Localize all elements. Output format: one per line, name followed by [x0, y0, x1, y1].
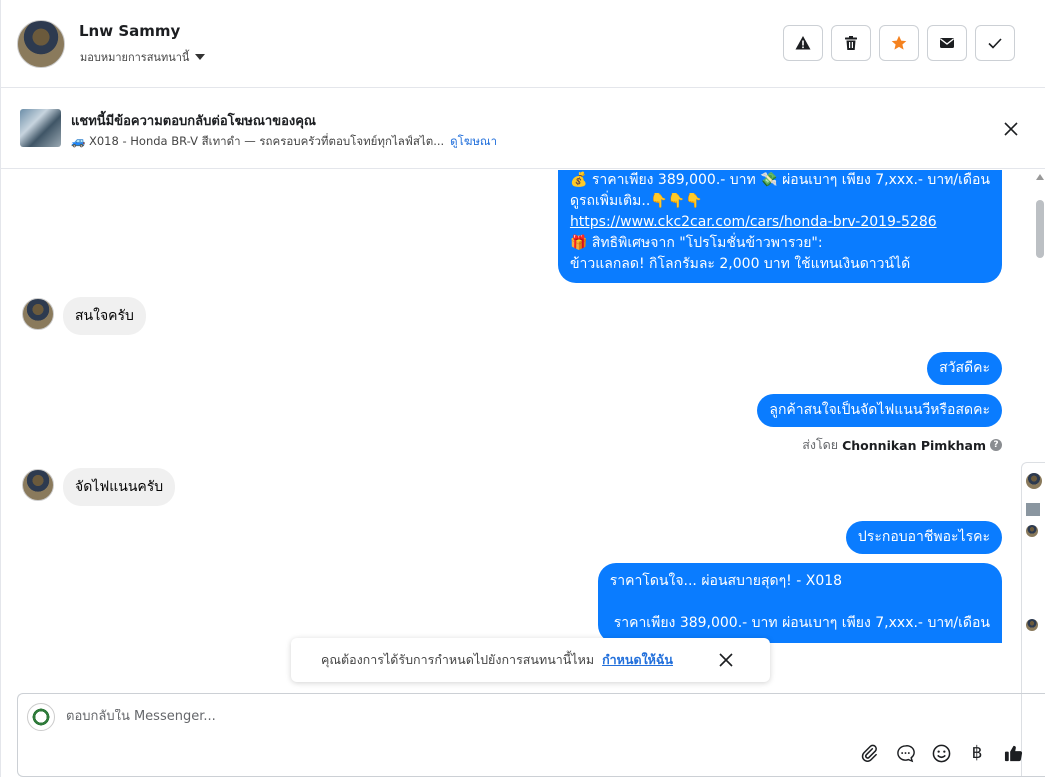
ad-banner-subtitle-row: 🚙 X018 - Honda BR-V สีเทาดำ — รถครอบครัว…: [71, 133, 497, 151]
payment-button[interactable]: ฿: [966, 742, 988, 764]
trash-icon: [845, 36, 857, 50]
outgoing-message[interactable]: ราคาโดนใจ... ผ่อนสบายสุดๆ! - X018 ราคาเพ…: [597, 563, 1002, 643]
like-button[interactable]: [1002, 742, 1024, 764]
close-icon[interactable]: [718, 652, 734, 668]
emoji-button[interactable]: [930, 742, 952, 764]
assign-dropdown[interactable]: มอบหมายการสนทนานี้: [80, 48, 206, 66]
sender-name[interactable]: Chonnikan Pimkham: [842, 438, 986, 453]
thumbnail: [1026, 503, 1040, 516]
delete-button[interactable]: [831, 25, 871, 61]
warning-icon: [795, 36, 811, 50]
help-icon[interactable]: ?: [990, 439, 1002, 451]
assign-to-me-link[interactable]: กำหนดให้ฉัน: [602, 650, 673, 670]
thumbs-up-icon: [1004, 745, 1022, 761]
incoming-message[interactable]: สนใจครับ: [63, 297, 146, 335]
sent-by-label: ส่งโดย Chonnikan Pimkham ?: [802, 435, 1002, 455]
page-avatar: [27, 703, 55, 731]
paperclip-icon: [861, 744, 877, 762]
star-icon: [891, 35, 907, 50]
message-link[interactable]: https://www.ckc2car.com/cars/honda-brv-2…: [570, 212, 990, 233]
scroll-up-arrow-icon[interactable]: [1036, 174, 1044, 180]
contact-name[interactable]: Lnw Sammy: [79, 22, 180, 40]
conversation-header: Lnw Sammy มอบหมายการสนทนานี้: [1, 0, 1045, 88]
chat-bubble-icon: [896, 744, 915, 762]
outgoing-message[interactable]: 💰 ราคาเพียง 389,000.- บาท 💸 ผ่อนเบาๆ เพี…: [557, 170, 1002, 283]
close-icon[interactable]: [1001, 119, 1021, 139]
avatar[interactable]: [1026, 473, 1042, 489]
message-composer: ฿: [17, 693, 1045, 777]
report-spam-button[interactable]: [783, 25, 823, 61]
avatar: [1026, 525, 1038, 537]
contact-avatar-small[interactable]: [22, 469, 54, 501]
contact-avatar-small[interactable]: [22, 298, 54, 330]
reply-input[interactable]: [66, 709, 966, 724]
caret-down-icon: [195, 54, 206, 60]
ad-banner-title: แชทนี้มีข้อความตอบกลับต่อโฆษณาของคุณ: [71, 114, 316, 129]
envelope-icon: [940, 38, 954, 48]
attach-button[interactable]: [858, 742, 880, 764]
message-thread[interactable]: 💰 ราคาเพียง 389,000.- บาท 💸 ผ่อนเบาๆ เพี…: [1, 170, 1034, 690]
assign-prompt-toast: คุณต้องการได้รับการกำหนดไปยังการสนทนานี้…: [291, 638, 770, 682]
assign-prompt-text: คุณต้องการได้รับการกำหนดไปยังการสนทนานี้…: [321, 652, 595, 667]
smiley-icon: [932, 744, 950, 762]
mark-done-button[interactable]: [975, 25, 1015, 61]
conversation-actions: [783, 25, 1015, 61]
messenger-conversation: Lnw Sammy มอบหมายการสนทนานี้ แชทนี้มีข้อ…: [0, 0, 1045, 777]
ad-description: 🚙 X018 - Honda BR-V สีเทาดำ — รถครอบครัว…: [71, 134, 445, 148]
outgoing-message[interactable]: ประกอบอาชีพอะไรคะ: [845, 521, 1002, 554]
scroll-thumb[interactable]: [1036, 200, 1044, 258]
thread-scrollbar[interactable]: [1034, 170, 1045, 462]
outgoing-message[interactable]: ลูกค้าสนใจเป็นจัดไฟแนนวีหรือสดคะ: [757, 394, 1002, 427]
star-button[interactable]: [879, 25, 919, 61]
view-ad-link[interactable]: ดูโฆษณา: [450, 133, 497, 151]
ad-thumbnail[interactable]: [20, 109, 61, 147]
contact-avatar[interactable]: [17, 20, 65, 68]
ad-reply-banner: แชทนี้มีข้อความตอบกลับต่อโฆษณาของคุณ 🚙 X…: [1, 89, 1045, 169]
incoming-message[interactable]: จัดไฟแนนครับ: [63, 468, 176, 506]
composer-toolbar: ฿: [858, 742, 1024, 764]
assign-label: มอบหมายการสนทนานี้: [80, 51, 190, 64]
saved-replies-button[interactable]: [894, 742, 916, 764]
outgoing-message[interactable]: สวัสดีคะ: [927, 352, 1002, 385]
check-icon: [988, 38, 1002, 49]
baht-icon: ฿: [971, 743, 983, 763]
mark-unread-button[interactable]: [927, 25, 967, 61]
avatar: [1026, 619, 1038, 631]
